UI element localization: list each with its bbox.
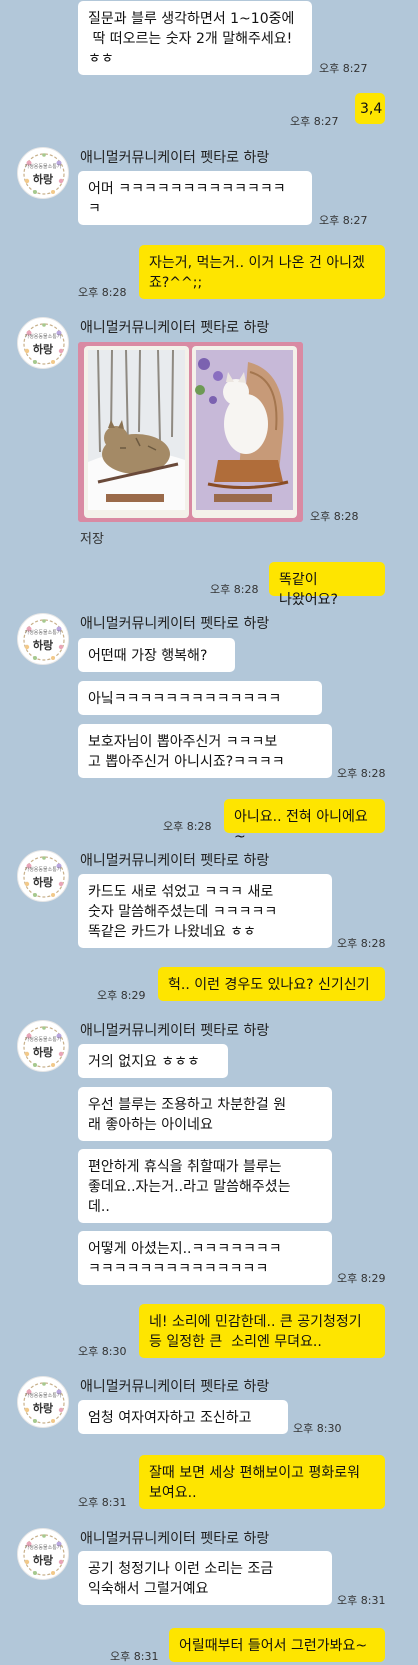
message-time: 오후 8:27: [290, 115, 339, 128]
avatar-name: 하랑: [32, 1402, 54, 1415]
message-time: 오후 8:30: [293, 1422, 342, 1435]
avatar-subtitle: 가정용동물소통가: [24, 334, 62, 340]
sender-name: 애니멀커뮤니케이터 펫타로 하랑: [80, 616, 270, 632]
message-bubble-outgoing[interactable]: 아니요.. 전혀 아니에요~: [224, 799, 385, 845]
contact-avatar[interactable]: 가정용동물소통가 하랑: [17, 1020, 69, 1072]
message-bubble-outgoing[interactable]: 3,4: [355, 93, 385, 124]
avatar-subtitle: 가정용동물소통가: [24, 1545, 62, 1551]
message-bubble-incoming[interactable]: 편안하게 휴식을 취할때가 블루는 좋데요..자는거..라고 말씀해주셨는 데.…: [78, 1149, 332, 1223]
avatar-name: 하랑: [32, 639, 54, 652]
sender-name: 애니멀커뮤니케이터 펫타로 하랑: [80, 1023, 270, 1039]
message-time: 오후 8:28: [337, 937, 386, 950]
message-bubble-incoming[interactable]: 보호자님이 뽑아주신거 ㅋㅋㅋ보 고 뽑아주신거 아니시죠?ㅋㅋㅋㅋ: [78, 724, 332, 778]
message-bubble-incoming[interactable]: 어떤때 가장 행복해?: [78, 638, 235, 672]
contact-avatar[interactable]: 가정용동물소통가 하랑: [17, 317, 69, 369]
white-cat-card: [192, 346, 297, 518]
message-bubble-outgoing[interactable]: 네! 소리에 민감한데.. 큰 공기청정기 등 일정한 큰 소리엔 무뎌요..: [139, 1304, 385, 1358]
avatar-subtitle: 가정용동물소통가: [24, 1037, 62, 1043]
avatar-subtitle: 가정용동물소통가: [24, 867, 62, 873]
contact-avatar[interactable]: 가정용동물소통가 하랑: [17, 147, 69, 199]
message-bubble-incoming[interactable]: 거의 없지요 ㅎㅎㅎ: [78, 1044, 228, 1078]
message-bubble-outgoing[interactable]: 헉.. 이런 경우도 있나요? 신기신기: [158, 967, 385, 1001]
sender-name: 애니멀커뮤니케이터 펫타로 하랑: [80, 150, 270, 166]
message-time: 오후 8:30: [78, 1345, 127, 1358]
message-time: 오후 8:28: [78, 286, 127, 299]
message-time: 오후 8:31: [78, 1496, 127, 1509]
message-bubble-incoming[interactable]: 엄청 여자여자하고 조신하고: [78, 1400, 288, 1434]
message-time: 오후 8:28: [210, 583, 259, 596]
message-bubble-incoming[interactable]: 공기 청정기나 이런 소리는 조금 익숙해서 그럴거예요: [78, 1551, 332, 1605]
message-bubble-outgoing[interactable]: 어릴때부터 들어서 그런가봐요~: [169, 1628, 385, 1662]
message-time: 오후 8:31: [337, 1594, 386, 1607]
avatar-name: 하랑: [32, 876, 54, 889]
message-time: 오후 8:28: [163, 820, 212, 833]
message-time: 오후 8:29: [337, 1272, 386, 1285]
contact-avatar[interactable]: 가정용동물소통가 하랑: [17, 1376, 69, 1428]
message-bubble-incoming[interactable]: 우선 블루는 조용하고 차분한걸 원 래 좋아하는 아이네요: [78, 1087, 332, 1141]
avatar-name: 하랑: [32, 1554, 54, 1567]
message-time: 오후 8:27: [319, 62, 368, 75]
contact-avatar[interactable]: 가정용동물소통가 하랑: [17, 1528, 69, 1580]
tarot-cards-photo[interactable]: [78, 342, 303, 522]
message-bubble-incoming[interactable]: 아닠ㅋㅋㅋㅋㅋㅋㅋㅋㅋㅋㅋㅋㅋ: [78, 681, 322, 715]
avatar-name: 하랑: [32, 173, 54, 186]
sender-name: 애니멀커뮤니케이터 펫타로 하랑: [80, 853, 270, 869]
message-bubble-incoming[interactable]: 카드도 새로 섞었고 ㅋㅋㅋ 새로 숫자 말씀해주셨는데 ㅋㅋㅋㅋㅋ 똑같은 카…: [78, 874, 332, 948]
avatar-subtitle: 가정용동물소통가: [24, 1393, 62, 1399]
sender-name: 애니멀커뮤니케이터 펫타로 하랑: [80, 1379, 270, 1395]
message-bubble-incoming[interactable]: 어떻게 아셨는지..ㅋㅋㅋㅋㅋㅋㅋ ㅋㅋㅋㅋㅋㅋㅋㅋㅋㅋㅋㅋㅋㅋ: [78, 1231, 332, 1285]
message-bubble-outgoing[interactable]: 똑같이 나왔어요?: [269, 562, 385, 608]
contact-avatar[interactable]: 가정용동물소통가 하랑: [17, 850, 69, 902]
message-bubble-outgoing[interactable]: 잘때 보면 세상 편해보이고 평화로워 보여요..: [139, 1455, 385, 1509]
message-bubble-incoming[interactable]: 질문과 블루 생각하면서 1~10중에 딱 떠오르는 숫자 2개 말해주세요! …: [78, 1, 312, 75]
sender-name: 애니멀커뮤니케이터 펫타로 하랑: [80, 1531, 270, 1547]
sender-name: 애니멀커뮤니케이터 펫타로 하랑: [80, 320, 270, 336]
winter-cat-card: [84, 346, 189, 518]
message-time: 오후 8:29: [97, 989, 146, 1002]
avatar-name: 하랑: [32, 343, 54, 356]
avatar-name: 하랑: [32, 1046, 54, 1059]
message-bubble-outgoing[interactable]: 자는거, 먹는거.. 이거 나온 건 아니겠 죠?^^;;: [139, 245, 385, 299]
message-time: 오후 8:28: [337, 767, 386, 780]
contact-avatar[interactable]: 가정용동물소통가 하랑: [17, 613, 69, 665]
message-time: 오후 8:27: [319, 214, 368, 227]
save-photo-link[interactable]: 저장: [80, 528, 104, 547]
message-bubble-incoming[interactable]: 어머 ㅋㅋㅋㅋㅋㅋㅋㅋㅋㅋㅋㅋㅋ ㅋ: [78, 171, 312, 225]
avatar-subtitle: 가정용동물소통가: [24, 164, 62, 170]
message-time: 오후 8:28: [310, 510, 359, 523]
message-time: 오후 8:31: [110, 1650, 159, 1663]
avatar-subtitle: 가정용동물소통가: [24, 630, 62, 636]
tarot-cards-image: [78, 342, 303, 522]
